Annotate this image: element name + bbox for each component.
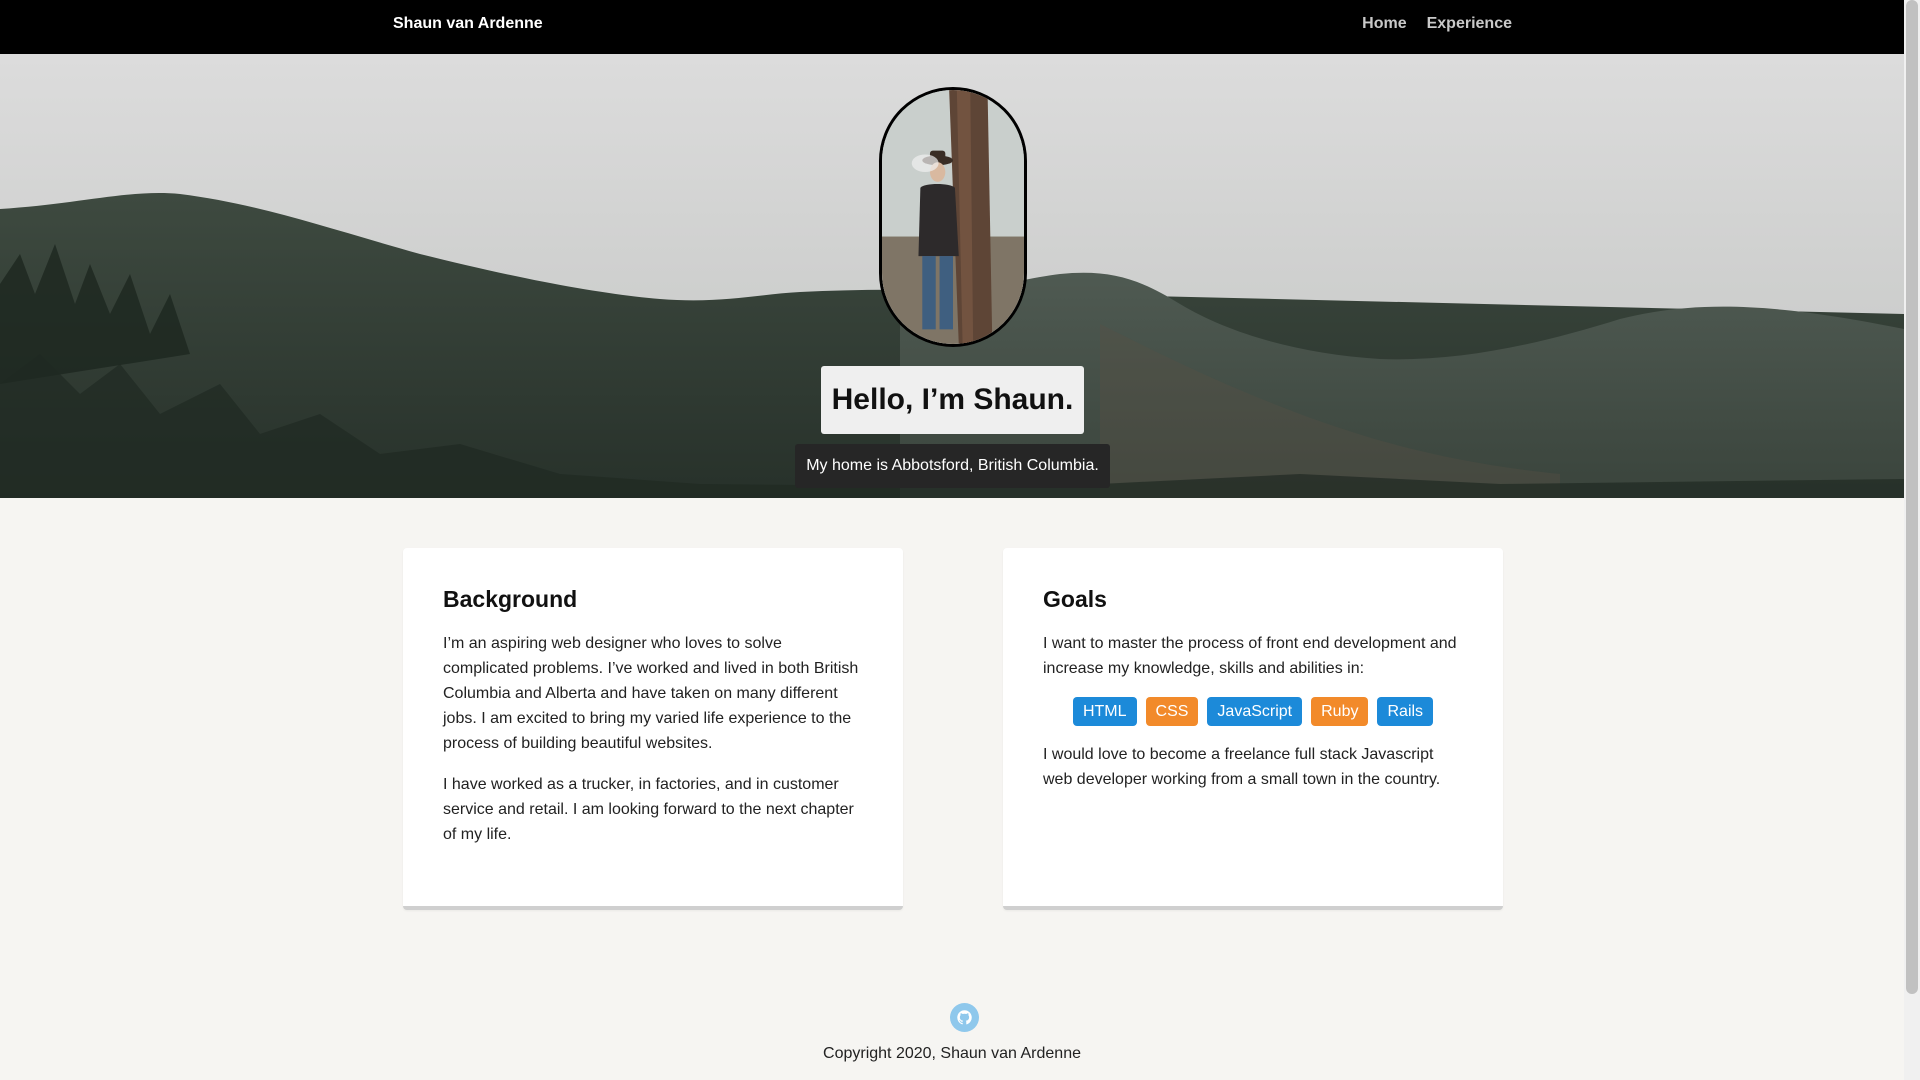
goals-intro: I want to master the process of front en…	[1043, 635, 1457, 677]
tag-rails[interactable]: Rails	[1377, 697, 1434, 726]
footer-copyright: Copyright 2020, Shaun van Ardenne	[823, 1045, 1081, 1062]
scrollbar-thumb[interactable]	[1906, 0, 1918, 994]
hero-heading-box: Hello, I’m Shaun.	[821, 366, 1084, 434]
page: Shaun van Ardenne Home Experience Hello,…	[0, 0, 1920, 1080]
hero-banner: Hello, I’m Shaun. My home is Abbotsford,…	[0, 54, 1904, 498]
page-scrollbar[interactable]	[1904, 0, 1920, 1080]
background-title: Background	[443, 586, 578, 612]
background-card: Background I’m an aspiring web designer …	[403, 548, 903, 910]
goals-card: Goals I want to master the process of fr…	[1003, 548, 1503, 910]
tag-html[interactable]: HTML	[1072, 697, 1137, 726]
hero-subheading: My home is Abbotsford, British Columbia.	[795, 444, 1110, 488]
background-paragraph-1: I’m an aspiring web designer who loves t…	[443, 635, 859, 752]
nav-link-home[interactable]: Home	[1362, 15, 1406, 33]
profile-photo	[879, 87, 1027, 347]
top-navbar: Shaun van Ardenne Home Experience	[0, 0, 1904, 54]
background-paragraph-2: I have worked as a trucker, in factories…	[443, 776, 854, 843]
github-icon[interactable]	[950, 1003, 979, 1032]
goals-outro: I would love to become a freelance full …	[1043, 746, 1441, 788]
tag-ruby[interactable]: Ruby	[1311, 697, 1369, 726]
hero-heading: Hello, I’m Shaun.	[831, 383, 1074, 416]
site-brand[interactable]: Shaun van Ardenne	[393, 15, 543, 33]
person-portrait-image	[882, 90, 1024, 344]
tag-css[interactable]: CSS	[1145, 697, 1199, 726]
github-glyph	[957, 1010, 972, 1025]
nav-links: Home Experience	[1362, 15, 1512, 33]
skill-tags: HTML CSS JavaScript Ruby Rails	[1043, 697, 1463, 726]
goals-title: Goals	[1043, 586, 1107, 612]
nav-link-experience[interactable]: Experience	[1427, 15, 1512, 33]
tag-javascript[interactable]: JavaScript	[1207, 697, 1303, 726]
